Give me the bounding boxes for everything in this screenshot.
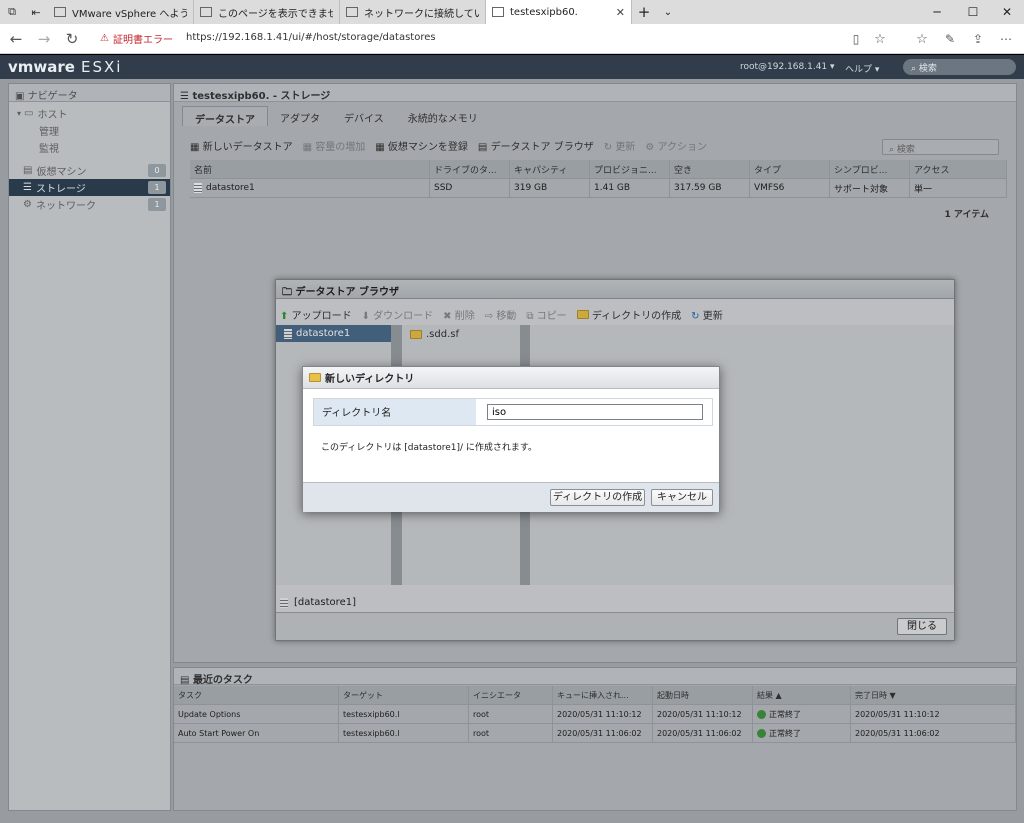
close-window-button[interactable]: ✕	[990, 0, 1024, 24]
search-icon: ⌕	[911, 64, 919, 74]
browser-tab[interactable]: VMware vSphere へようこそ	[48, 0, 194, 24]
search-placeholder: 検索	[918, 64, 937, 74]
forward-icon[interactable]: →	[30, 24, 58, 54]
more-icon[interactable]: ⋯	[992, 24, 1020, 54]
new-directory-dialog: 新しいディレクトリ ディレクトリ名 このディレクトリは [datastore1]…	[302, 366, 720, 512]
new-directory-header: 新しいディレクトリ	[303, 367, 719, 389]
directory-name-input[interactable]	[487, 404, 703, 420]
tab-manager-icon[interactable]: ⧉	[0, 0, 24, 24]
create-directory-button[interactable]: ディレクトリの作成	[550, 489, 645, 506]
cert-error-label: 証明書エラー	[112, 35, 173, 46]
folder-add-icon	[309, 373, 321, 382]
minimize-button[interactable]: ─	[920, 0, 954, 24]
address-bar-row: ← → ↻ ⚠ 証明書エラー https://192.168.1.41/ui/#/…	[0, 24, 1024, 54]
warning-icon: ⚠	[100, 33, 109, 44]
browser-tab[interactable]: ネットワークに接続していません	[340, 0, 486, 24]
help-menu[interactable]: ヘルプ ▾	[845, 62, 879, 75]
cancel-button[interactable]: キャンセル	[651, 489, 713, 506]
tab-list-chevron-icon[interactable]: ⌄	[656, 0, 680, 24]
page-icon	[54, 7, 66, 17]
vmware-esxi-logo: vmware ESXi	[8, 58, 123, 76]
tab-label: VMware vSphere へようこそ	[72, 8, 187, 20]
global-search-input[interactable]: ⌕ 検索	[903, 59, 1016, 75]
refresh-icon[interactable]: ↻	[58, 24, 86, 54]
browser-tab[interactable]: このページを表示できません	[194, 0, 340, 24]
close-tab-icon[interactable]: ✕	[616, 6, 625, 19]
browser-tab-active[interactable]: testesxipb60. ✕	[486, 0, 632, 24]
set-aside-tabs-icon[interactable]: ⇤	[24, 0, 48, 24]
esxi-app: vmware ESXi root@192.168.1.41 ▾ ヘルプ ▾ ⌕ 検…	[0, 55, 1024, 823]
dialog-footer: ディレクトリの作成 キャンセル	[303, 482, 719, 512]
directory-location-message: このディレクトリは [datastore1]/ に作成されます。	[321, 443, 538, 453]
url-field[interactable]: https://192.168.1.41/ui/#/host/storage/d…	[186, 32, 436, 43]
page-icon	[492, 7, 504, 17]
notes-icon[interactable]: ✎	[936, 24, 964, 54]
page-icon	[346, 7, 358, 17]
favorite-star-icon[interactable]: ☆	[866, 24, 894, 54]
directory-name-label: ディレクトリ名	[314, 399, 476, 425]
favorites-icon[interactable]: ☆	[908, 24, 936, 54]
tab-label: testesxipb60.	[510, 6, 578, 18]
esxi-header: vmware ESXi root@192.168.1.41 ▾ ヘルプ ▾ ⌕ 検…	[0, 55, 1024, 79]
directory-name-row: ディレクトリ名	[313, 398, 713, 426]
tab-label: ネットワークに接続していません	[364, 8, 479, 20]
dialog-title: 新しいディレクトリ	[325, 374, 415, 385]
user-menu[interactable]: root@192.168.1.41 ▾	[740, 62, 835, 72]
maximize-button[interactable]: ☐	[956, 0, 990, 24]
new-tab-button[interactable]: +	[632, 0, 656, 24]
share-icon[interactable]: ⇪	[964, 24, 992, 54]
cert-error-indicator[interactable]: ⚠ 証明書エラー	[100, 31, 173, 46]
tab-label: このページを表示できません	[218, 8, 333, 20]
page-icon	[200, 7, 212, 17]
back-icon[interactable]: ←	[2, 24, 30, 54]
browser-tab-bar: ⧉ ⇤ VMware vSphere へようこそ このページを表示できません ネ…	[0, 0, 1024, 24]
